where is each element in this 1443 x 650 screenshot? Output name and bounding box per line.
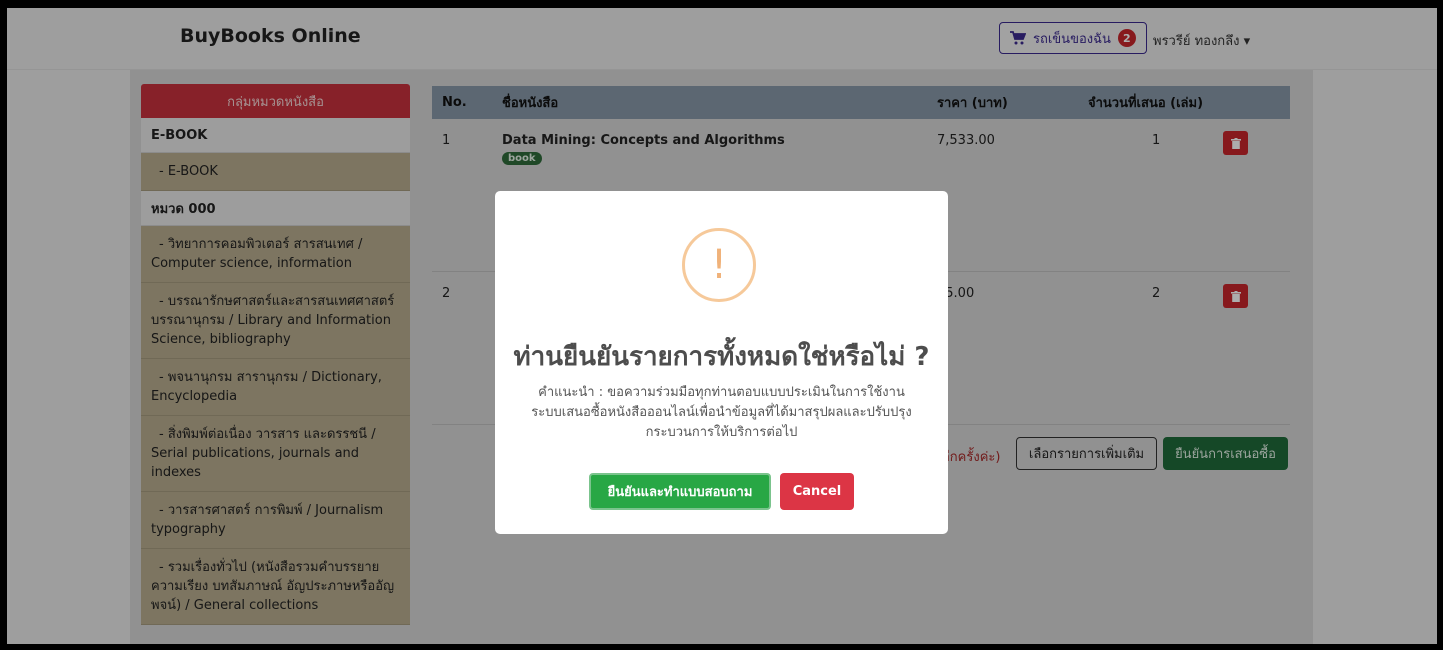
- warning-icon: !: [682, 228, 756, 302]
- dialog-title: ท่านยืนยันรายการทั้งหมดใช่หรือไม่ ?: [513, 342, 930, 372]
- cancel-button[interactable]: Cancel: [780, 473, 854, 510]
- dialog-text: คำแนะนำ : ขอความร่วมมือทุกท่านตอบแบบประเ…: [531, 385, 912, 440]
- app-frame: BuyBooks Online รถเข็นของฉัน 2 พรวรีย์ ท…: [7, 8, 1437, 644]
- confirm-dialog: ! ท่านยืนยันรายการทั้งหมดใช่หรือไม่ ? คำ…: [495, 191, 948, 534]
- warning-mark: !: [710, 242, 728, 288]
- confirm-and-survey-button[interactable]: ยืนยันและทำแบบสอบถาม: [589, 473, 771, 510]
